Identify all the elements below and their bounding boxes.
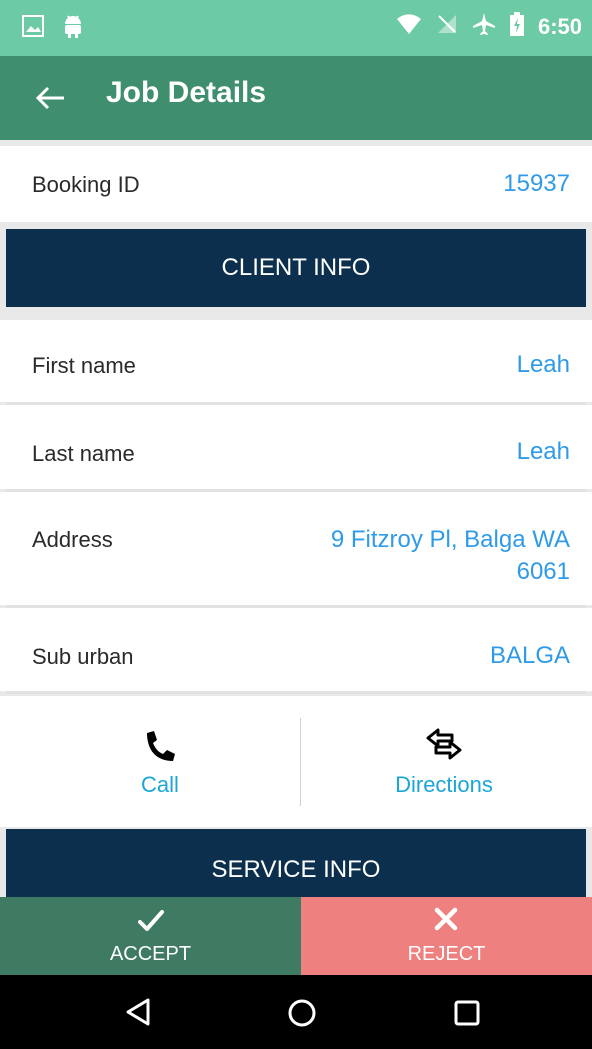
- nav-back-icon[interactable]: [124, 997, 152, 1027]
- address-line-1: 9 Fitzroy Pl, Balga WA: [330, 526, 570, 553]
- page-title: Job Details: [106, 76, 267, 109]
- reject-label: REJECT: [407, 943, 486, 965]
- address-value: 9 Fitzroy Pl, Balga WA 6061: [331, 524, 570, 588]
- last-name-label: Last name: [32, 441, 135, 466]
- call-label: Call: [141, 772, 179, 797]
- address-row: Address 9 Fitzroy Pl, Balga WA 6061: [0, 492, 592, 605]
- accept-button[interactable]: ACCEPT: [0, 897, 301, 975]
- last-name-value: Leah: [516, 438, 570, 465]
- status-time: 6:50: [537, 13, 582, 39]
- suburb-value: BALGA: [489, 642, 570, 669]
- suburb-label: Sub urban: [32, 644, 134, 669]
- wifi-icon: [396, 13, 422, 40]
- suburb-row: Sub urban BALGA: [0, 608, 592, 691]
- divider: [6, 691, 586, 694]
- back-button[interactable]: [32, 82, 68, 114]
- airplane-icon: [472, 12, 496, 41]
- last-name-row: Last name Leah: [0, 405, 592, 489]
- back-arrow-icon: [35, 86, 64, 110]
- status-bar: 6:50: [0, 0, 592, 56]
- directions-label: Directions: [395, 772, 493, 797]
- booking-id-value: 15937: [503, 170, 570, 197]
- first-name-label: First name: [32, 353, 136, 378]
- battery-icon: [509, 12, 524, 41]
- directions-icon: [426, 728, 462, 760]
- accept-label: ACCEPT: [109, 943, 192, 965]
- directions-button[interactable]: Directions: [296, 696, 592, 827]
- address-line-2: 6061: [516, 558, 570, 585]
- check-icon: [138, 910, 164, 931]
- close-icon: [434, 907, 458, 931]
- address-label: Address: [32, 527, 113, 552]
- booking-id-label: Booking ID: [32, 172, 140, 197]
- phone-icon: [147, 731, 175, 761]
- first-name-row: First name Leah: [0, 320, 592, 402]
- call-button[interactable]: Call: [12, 696, 308, 827]
- no-sim-icon: [436, 13, 458, 40]
- reject-button[interactable]: REJECT: [301, 897, 592, 975]
- nav-recents-icon[interactable]: [453, 999, 481, 1027]
- service-info-header: SERVICE INFO: [6, 829, 586, 897]
- contact-actions: Call Directions: [0, 696, 592, 827]
- image-icon: [22, 15, 44, 42]
- booking-id-row: Booking ID 15937: [0, 146, 592, 222]
- client-info-header: CLIENT INFO: [6, 229, 586, 307]
- first-name-value: Leah: [516, 351, 570, 378]
- android-icon: [62, 14, 84, 43]
- nav-home-icon[interactable]: [287, 998, 317, 1028]
- system-navigation-bar: [0, 975, 592, 1049]
- app-bar: Job Details: [0, 56, 592, 140]
